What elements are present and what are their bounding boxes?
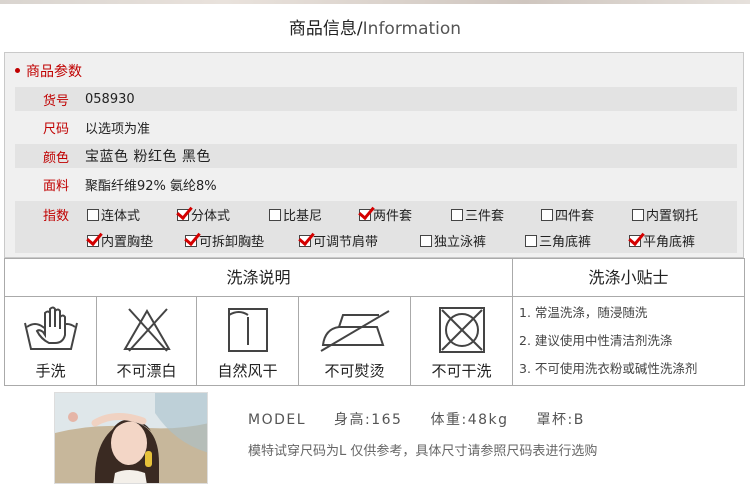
care-caption: 不可漂白 (116, 362, 177, 380)
hand-wash-icon (23, 306, 78, 350)
no-iron-icon (319, 310, 390, 352)
option-label: 独立泳裤 (434, 235, 487, 250)
option-label: 三件套 (465, 209, 505, 224)
param-row-sku: 货号 058930 (15, 87, 737, 111)
option-adjustable-strap[interactable]: 可调节肩带 (299, 231, 378, 250)
checkbox-icon[interactable] (451, 208, 463, 221)
no-dry-clean-icon (438, 307, 485, 353)
checked-checkbox-icon[interactable] (359, 208, 371, 221)
care-cell-no-bleach: 不可漂白 (97, 297, 197, 385)
section-title: 商品信息/Information (0, 14, 750, 39)
option-separate-shorts[interactable]: 独立泳裤 (420, 231, 486, 250)
option-label: 内置胸垫 (101, 235, 154, 250)
option-label: 两件套 (373, 209, 413, 224)
param-value: 聚酯纤维92% 氨纶8% (85, 178, 217, 194)
checkbox-icon[interactable] (525, 234, 537, 247)
checked-checkbox-icon[interactable] (629, 234, 641, 247)
model-size-note: 模特试穿尺码为L 仅供参考，具体尺寸请参照尺码表进行选购 (248, 444, 598, 459)
care-cell-no-iron: 不可熨烫 (299, 297, 411, 385)
param-row-size: 尺码 以选项为准 (15, 115, 737, 139)
param-label: 货号 (42, 93, 69, 109)
index-label: 指数 (42, 209, 69, 224)
line-dry-icon (227, 308, 268, 352)
product-params-panel: 商品参数 货号 058930 尺码 以选项为准 颜色 宝蓝色 粉红色 黑色 面料… (4, 52, 744, 258)
option-built-in-pad[interactable]: 内置胸垫 (87, 231, 153, 250)
tip-item: 1. 常温洗涤，随浸随洗 (519, 305, 648, 320)
checked-checkbox-icon[interactable] (87, 234, 99, 247)
care-cell-no-dry-clean: 不可干洗 (411, 297, 513, 385)
option-label: 可调节肩带 (313, 235, 379, 250)
no-bleach-icon (122, 308, 171, 352)
tip-item: 2. 建议使用中性清洁剂洗涤 (519, 333, 673, 348)
option-label: 连体式 (101, 209, 141, 224)
model-height: 身高:165 (334, 412, 403, 428)
param-value: 以选项为准 (85, 121, 151, 137)
param-label: 面料 (42, 178, 69, 194)
bullet-icon (15, 67, 20, 73)
option-label: 比基尼 (283, 209, 323, 224)
option-boyshort-bottom[interactable]: 平角底裤 (629, 231, 695, 250)
checkbox-icon[interactable] (87, 208, 99, 221)
section-title-en: Information (362, 19, 462, 39)
param-label: 尺码 (42, 121, 69, 137)
checkbox-icon[interactable] (420, 234, 432, 247)
option-removable-pad[interactable]: 可拆卸胸垫 (185, 231, 264, 250)
model-tag: MODEL (248, 412, 307, 428)
option-label: 分体式 (191, 209, 231, 224)
model-measurements: MODEL 身高:165 体重:48kg 罩杯:B (248, 409, 613, 429)
params-heading: 商品参数 (15, 61, 82, 81)
wash-tips-list: 1. 常温洗涤，随浸随洗 2. 建议使用中性清洁剂洗涤 3. 不可使用洗衣粉或碱… (519, 301, 743, 385)
option-two-set[interactable]: 两件套 (359, 205, 412, 224)
option-triangle-bottom[interactable]: 三角底裤 (525, 231, 591, 250)
care-cell-line-dry: 自然风干 (197, 297, 299, 385)
wash-instructions-title: 洗涤说明 (5, 259, 513, 297)
option-one-piece[interactable]: 连体式 (87, 205, 140, 224)
checked-checkbox-icon[interactable] (299, 234, 311, 247)
care-caption: 自然风干 (217, 362, 278, 380)
param-value: 058930 (85, 91, 135, 107)
param-value: 宝蓝色 粉红色 黑色 (85, 149, 211, 165)
option-label: 内置钢托 (646, 209, 699, 224)
params-heading-label: 商品参数 (26, 64, 82, 80)
option-label: 可拆卸胸垫 (199, 235, 265, 250)
checked-checkbox-icon[interactable] (177, 208, 189, 221)
option-label: 三角底裤 (539, 235, 592, 250)
care-cell-hand-wash: 手洗 (5, 297, 97, 385)
wash-tips-title: 洗涤小贴士 (513, 259, 744, 297)
model-weight: 体重:48kg (430, 412, 509, 428)
param-label: 颜色 (42, 150, 69, 166)
option-four-set[interactable]: 四件套 (541, 205, 594, 224)
option-two-piece-split[interactable]: 分体式 (177, 205, 230, 224)
checkbox-icon[interactable] (632, 208, 644, 221)
option-underwire[interactable]: 内置钢托 (632, 205, 698, 224)
model-photo (54, 392, 208, 484)
feature-options: 指数 连体式 分体式 比基尼 两件套 三件套 四件套 内置钢托 内置胸垫 可拆卸… (15, 201, 737, 253)
option-bikini[interactable]: 比基尼 (269, 205, 322, 224)
option-label: 平角底裤 (643, 235, 696, 250)
checkbox-icon[interactable] (541, 208, 553, 221)
param-row-fabric: 面料 聚酯纤维92% 氨纶8% (15, 172, 737, 196)
care-caption: 不可熨烫 (324, 362, 385, 380)
care-instructions: 洗涤说明 洗涤小贴士 手洗 不可漂白 自然风干 不可熨烫 不可干洗 1. 常温洗… (4, 258, 745, 386)
tip-item: 3. 不可使用洗衣粉或碱性洗涤剂 (519, 361, 698, 376)
model-cup: 罩杯:B (536, 412, 585, 428)
option-label: 四件套 (555, 209, 595, 224)
checkbox-icon[interactable] (269, 208, 281, 221)
option-three-set[interactable]: 三件套 (451, 205, 504, 224)
care-caption: 不可干洗 (431, 362, 492, 380)
section-title-cn: 商品信息/ (288, 19, 363, 39)
care-caption: 手洗 (35, 362, 66, 380)
param-row-color: 颜色 宝蓝色 粉红色 黑色 (15, 144, 737, 168)
checked-checkbox-icon[interactable] (185, 234, 197, 247)
top-banner-strip (0, 0, 750, 4)
